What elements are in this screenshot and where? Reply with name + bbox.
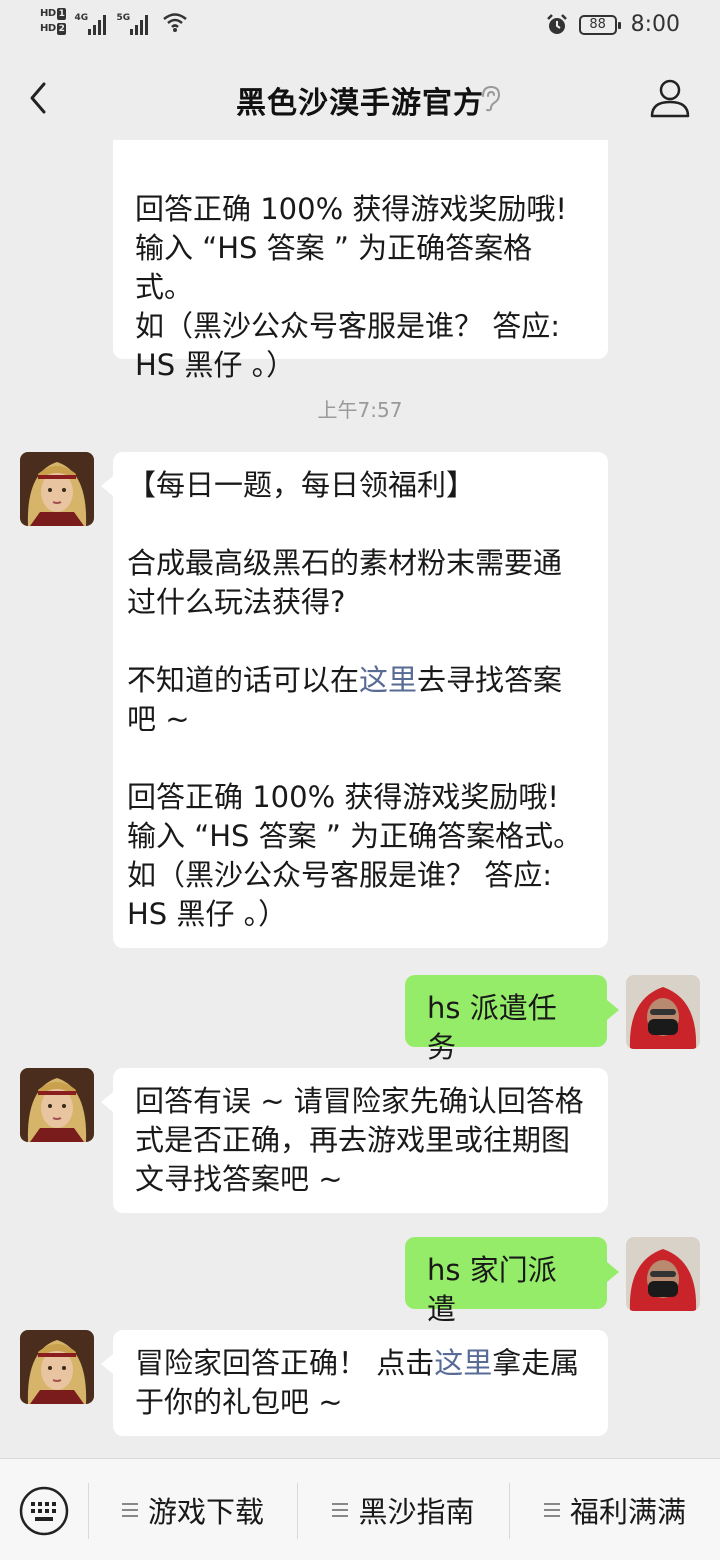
- message-text-4: 冒险家回答正确！ 点击这里拿走属于你的礼包吧 ~: [135, 1346, 580, 1419]
- wifi-icon: [163, 12, 188, 32]
- message-text-3: 回答有误 ~ 请冒险家先确认回答格式是否正确，再去游戏里或往期图文寻找答案吧 ~: [135, 1084, 584, 1196]
- user-avatar-icon: [626, 1237, 700, 1311]
- menu-item-label: 游戏下载: [147, 1495, 264, 1529]
- chat-area[interactable]: 回答正确 100% 获得游戏奖励哦! 输入 “HS 答案 ” 为正确答案格式。 …: [0, 140, 720, 1458]
- hd-indicators: HD 1 HD 2: [40, 8, 67, 35]
- message-text-1: 回答正确 100% 获得游戏奖励哦! 输入 “HS 答案 ” 为正确答案格式。 …: [135, 192, 567, 382]
- gift-link[interactable]: 这里: [434, 1346, 492, 1380]
- answer-link[interactable]: 这里: [359, 663, 417, 697]
- hd1-indicator: HD 1: [40, 8, 67, 20]
- signal-5g-icon: 5G: [116, 9, 150, 35]
- hd2-indicator: HD 2: [40, 23, 67, 35]
- status-right: 88 8:00: [545, 12, 680, 37]
- signal-4g-icon: 4G: [74, 9, 108, 35]
- game-character-avatar-icon: [20, 1330, 94, 1404]
- keyboard-icon[interactable]: [18, 1485, 70, 1537]
- outgoing-bubble-1[interactable]: hs 派遣任务: [405, 975, 619, 1064]
- game-character-avatar-icon: [20, 452, 94, 526]
- timestamp: 上午7:57: [317, 398, 403, 422]
- battery-indicator: 88: [578, 14, 621, 35]
- outgoing-text-1: hs 派遣任务: [427, 991, 557, 1064]
- menu-list-icon: [543, 1499, 560, 1521]
- official-account-avatar-2[interactable]: [20, 1068, 94, 1142]
- user-avatar-2[interactable]: [626, 1237, 700, 1311]
- nav-bar: 黑色沙漠手游官方: [0, 56, 720, 140]
- profile-person-icon[interactable]: [648, 76, 692, 120]
- message-text-2: 【每日一题，每日领福利】 合成最高级黑石的素材粉末需要通过什么玩法获得? 不知道…: [127, 468, 583, 931]
- official-account-menu: 游戏下载 黑沙指南 福利满满: [0, 1458, 720, 1560]
- menu-item-label: 黑沙指南: [358, 1495, 475, 1529]
- outgoing-text-2: hs 家门派遣: [427, 1253, 557, 1326]
- chat-title: 黑色沙漠手游官方: [236, 86, 484, 121]
- message-bubble-2[interactable]: 【每日一题，每日领福利】 合成最高级黑石的素材粉末需要通过什么玩法获得? 不知道…: [101, 452, 608, 948]
- message-bubble-4[interactable]: 冒险家回答正确！ 点击这里拿走属于你的礼包吧 ~: [101, 1330, 608, 1436]
- message-bubble-1[interactable]: 回答正确 100% 获得游戏奖励哦! 输入 “HS 答案 ” 为正确答案格式。 …: [113, 140, 608, 382]
- user-avatar-icon: [626, 975, 700, 1049]
- menu-item-game-download[interactable]: 游戏下载: [89, 1459, 297, 1560]
- menu-item-label: 福利满满: [569, 1495, 686, 1529]
- status-left: HD 1 HD 2 4G 5G: [40, 8, 188, 35]
- official-account-avatar-3[interactable]: [20, 1330, 94, 1404]
- menu-list-icon: [121, 1499, 138, 1521]
- official-account-avatar[interactable]: [20, 452, 94, 526]
- outgoing-bubble-2[interactable]: hs 家门派遣: [405, 1237, 619, 1326]
- user-avatar[interactable]: [626, 975, 700, 1049]
- menu-list-icon: [332, 1499, 349, 1521]
- ear-icon: [482, 85, 501, 112]
- alarm-clock-icon: [546, 13, 567, 34]
- menu-item-benefits[interactable]: 福利满满: [510, 1459, 720, 1560]
- menu-item-guide[interactable]: 黑沙指南: [298, 1459, 509, 1560]
- status-bar: HD 1 HD 2 4G 5G 88 8:00: [0, 0, 720, 56]
- message-bubble-3[interactable]: 回答有误 ~ 请冒险家先确认回答格式是否正确，再去游戏里或往期图文寻找答案吧 ~: [101, 1068, 608, 1213]
- clock-time: 8:00: [630, 12, 680, 37]
- game-character-avatar-icon: [20, 1068, 94, 1142]
